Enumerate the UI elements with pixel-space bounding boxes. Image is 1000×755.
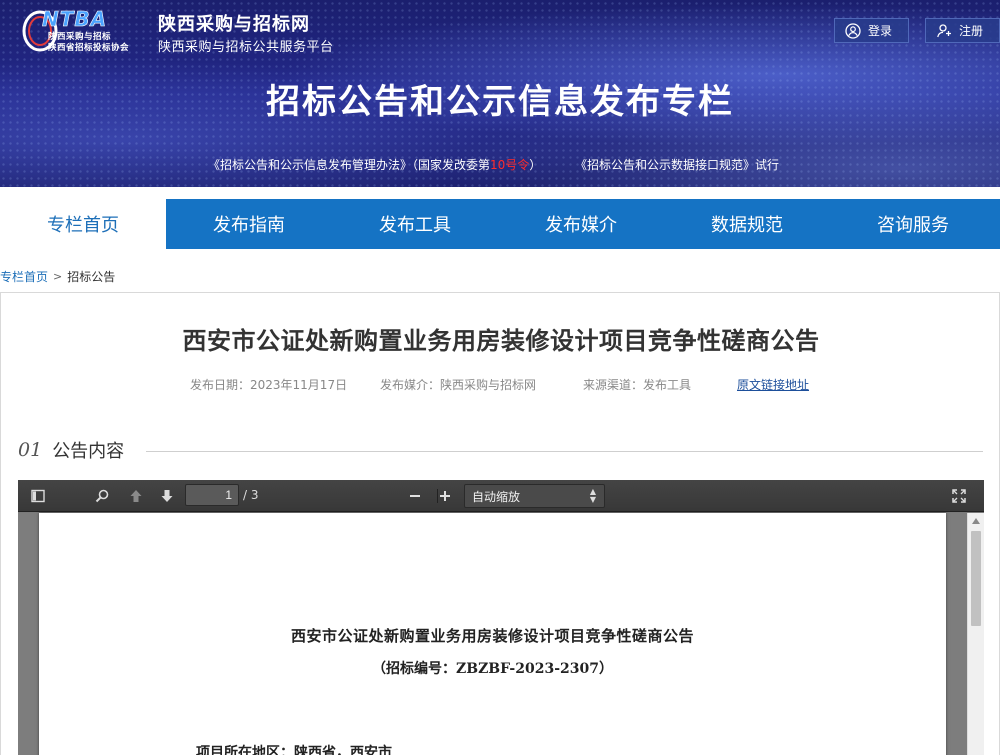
section-divider — [146, 451, 983, 452]
user-add-icon — [937, 23, 951, 37]
main-nav: 专栏首页 发布指南 发布工具 发布媒介 数据规范 咨询服务 — [0, 199, 1000, 249]
pdf-scrollbar[interactable] — [967, 513, 984, 755]
section-label: 公告内容 — [52, 441, 125, 462]
zoom-in-button[interactable] — [433, 485, 457, 507]
banner-title: 招标公告和公示信息发布专栏 — [266, 82, 734, 122]
nav-item-tools[interactable]: 发布工具 — [332, 199, 498, 249]
nav-item-guide[interactable]: 发布指南 — [166, 199, 332, 249]
logo-subtitle-2: 陕西省招标投标协会 — [48, 43, 130, 53]
breadcrumb: 专栏首页 > 招标公告 — [0, 268, 115, 285]
section-heading: 01 公告内容 — [18, 437, 124, 463]
source-channel: 来源渠道：发布工具 — [583, 378, 692, 392]
site-name[interactable]: 陕西采购与招标网 — [158, 10, 310, 36]
sidebar-toggle-button[interactable] — [26, 485, 50, 507]
nav-item-consulting[interactable]: 咨询服务 — [830, 199, 996, 249]
site-logo[interactable]: NTBA 陕西采购与招标 陕西省招标投标协会 — [22, 6, 152, 56]
pdf-viewer: / 3 自动缩放 ▲▼ — [18, 480, 984, 755]
pdf-page-area[interactable]: 西安市公证处新购置业务用房装修设计项目竞争性磋商公告 （招标编号：ZBZBF-2… — [18, 513, 967, 755]
search-icon — [95, 489, 109, 503]
publish-media: 发布媒介：陕西采购与招标网 — [380, 378, 537, 392]
minus-icon — [410, 495, 420, 497]
notice-regulation-link[interactable]: 《招标公告和公示信息发布管理办法》（国家发改委第10号令） — [208, 156, 541, 173]
pdf-document-code: （招标编号：ZBZBF-2023-2307） — [372, 661, 613, 677]
plus-icon — [440, 491, 450, 501]
register-label: 注册 — [959, 24, 984, 38]
page-number-input[interactable] — [185, 484, 239, 506]
nav-item-home[interactable]: 专栏首页 — [0, 199, 166, 249]
publish-date: 发布日期：2023年11月17日 — [190, 378, 348, 392]
scroll-up-button[interactable] — [968, 513, 984, 529]
login-label: 登录 — [868, 24, 893, 38]
previous-page-button[interactable] — [124, 485, 148, 507]
fullscreen-icon — [952, 489, 966, 503]
user-circle-icon — [845, 22, 861, 39]
original-link[interactable]: 原文链接地址 — [737, 376, 809, 393]
next-page-button[interactable] — [155, 485, 179, 507]
article-title: 西安市公证处新购置业务用房装修设计项目竞争性磋商公告 — [182, 327, 820, 355]
pdf-page: 西安市公证处新购置业务用房装修设计项目竞争性磋商公告 （招标编号：ZBZBF-2… — [39, 513, 946, 755]
register-button[interactable]: 注册 — [925, 18, 1000, 43]
notice-spec-link[interactable]: 《招标公告和公示数据接口规范》试行 — [575, 156, 779, 173]
arrow-down-icon — [161, 490, 173, 502]
sidebar-icon — [31, 489, 45, 503]
svg-text:NTBA: NTBA — [42, 7, 107, 31]
site-subtitle: 陕西采购与招标公共服务平台 — [158, 40, 334, 55]
notice-1-post: ） — [529, 158, 542, 172]
article-container: 西安市公证处新购置业务用房装修设计项目竞争性磋商公告 发布日期：2023年11月… — [0, 292, 1000, 755]
breadcrumb-current: 招标公告 — [67, 270, 116, 284]
nav-item-media[interactable]: 发布媒介 — [498, 199, 664, 249]
fullscreen-button[interactable] — [947, 485, 971, 507]
find-button[interactable] — [90, 485, 114, 507]
header-banner: NTBA 陕西采购与招标 陕西省招标投标协会 陕西采购与招标网 陕西采购与招标公… — [0, 0, 1000, 187]
login-button[interactable]: 登录 — [834, 18, 909, 43]
arrow-up-icon — [130, 490, 142, 502]
zoom-select[interactable]: 自动缩放 ▲ ▼ — [464, 484, 605, 508]
pdf-toolbar: / 3 自动缩放 ▲▼ — [18, 480, 984, 512]
scroll-up-arrow-icon — [972, 518, 980, 524]
scrollbar-thumb[interactable] — [971, 531, 981, 626]
breadcrumb-separator: > — [53, 270, 63, 283]
page-total: / 3 — [243, 488, 259, 502]
pdf-document-title: 西安市公证处新购置业务用房装修设计项目竞争性磋商公告 — [290, 627, 694, 645]
breadcrumb-home-link[interactable]: 专栏首页 — [0, 268, 48, 285]
pdf-document-line: 项目所在地区：陕西省，西安市 — [196, 745, 392, 755]
zoom-out-button[interactable] — [403, 485, 427, 507]
section-number: 01 — [18, 439, 43, 461]
notice-1-highlight: 10号令 — [490, 158, 530, 172]
nav-item-data-spec[interactable]: 数据规范 — [664, 199, 830, 249]
zoom-select-value: 自动缩放 — [472, 489, 521, 504]
select-arrows-icon: ▲ ▼ — [589, 487, 596, 504]
notice-1-pre: 《招标公告和公示信息发布管理办法》（国家发改委第 — [208, 158, 491, 172]
